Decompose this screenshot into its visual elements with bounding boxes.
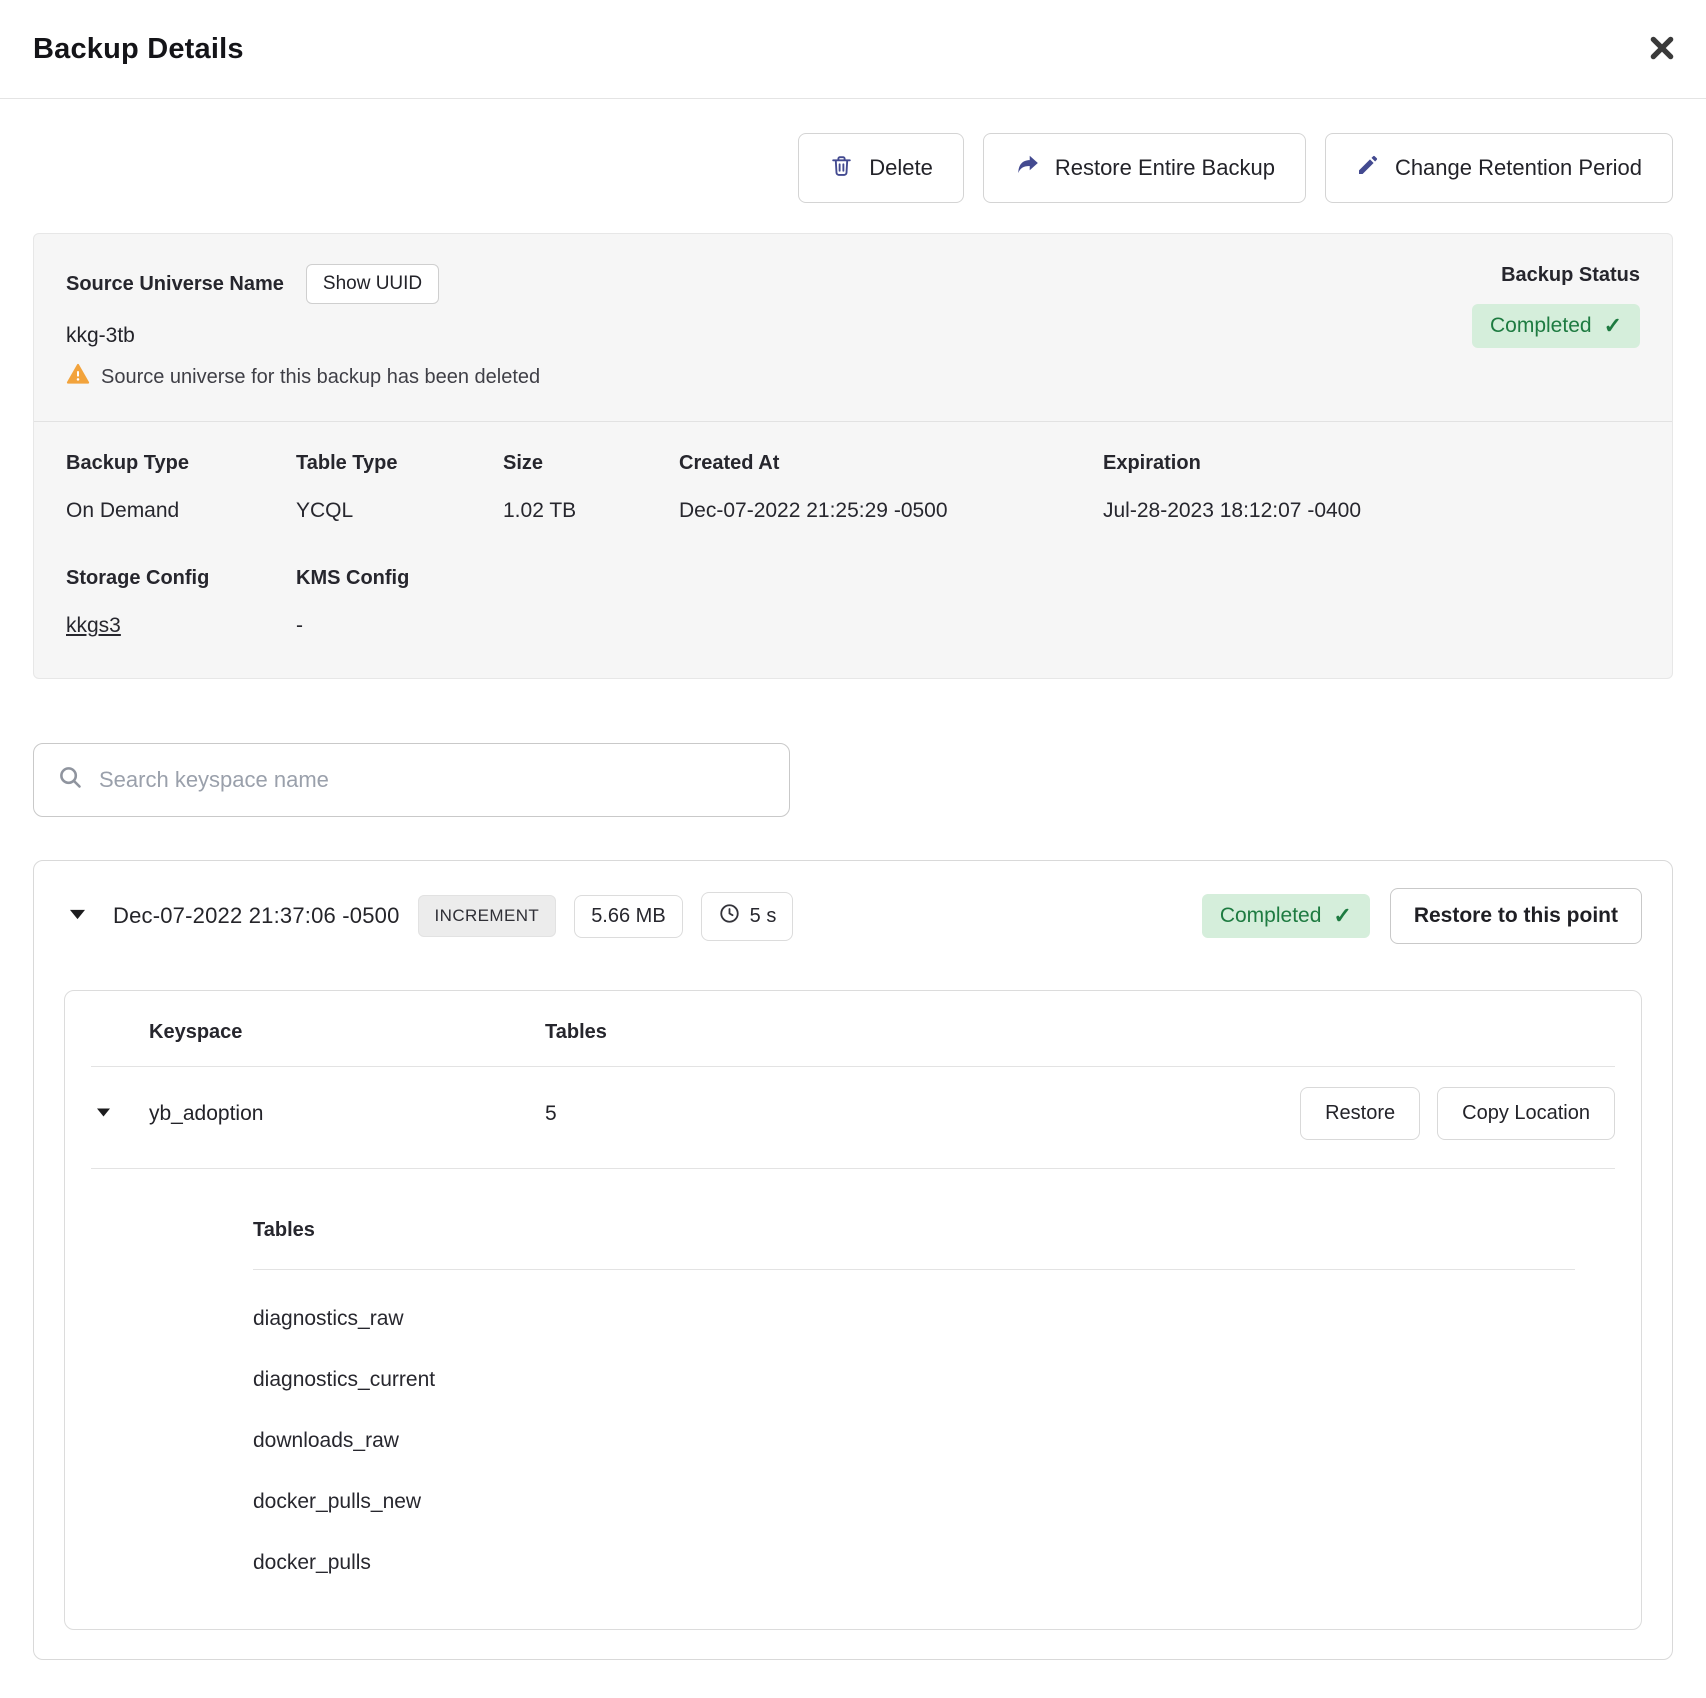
increment-collapse-caret[interactable] (64, 903, 91, 929)
close-button[interactable] (1640, 27, 1684, 71)
storage-config-link[interactable]: kkgs3 (66, 614, 121, 637)
nested-tables-section: Tables diagnostics_raw diagnostics_curre… (91, 1169, 1615, 1575)
increment-header-row: Dec-07-2022 21:37:06 -0500 INCREMENT 5.6… (34, 861, 1672, 970)
universe-name: kkg-3tb (66, 324, 1472, 348)
increment-type-badge: INCREMENT (418, 895, 557, 937)
close-icon (1647, 33, 1677, 66)
delete-button-label: Delete (869, 155, 933, 181)
field-created-at: Created At Dec-07-2022 21:25:29 -0500 (679, 452, 1103, 523)
field-expiration: Expiration Jul-28-2023 18:12:07 -0400 (1103, 452, 1640, 523)
keyspace-table-card: Keyspace Tables yb_adoption 5 Restore Co… (64, 990, 1642, 1630)
check-icon: ✓ (1333, 903, 1351, 929)
restore-arrow-icon (1014, 152, 1040, 184)
modal-header: Backup Details (0, 0, 1706, 99)
keyspace-name: yb_adoption (149, 1102, 545, 1126)
universe-deleted-warning: Source universe for this backup has been… (101, 366, 540, 389)
caret-down-icon (68, 907, 87, 925)
keyspace-search (33, 743, 790, 817)
keyspace-table-header: Keyspace Tables (91, 991, 1615, 1066)
increment-duration-text: 5 s (750, 905, 777, 928)
table-list-item: downloads_raw (253, 1429, 1575, 1453)
field-size: Size 1.02 TB (503, 452, 679, 523)
change-retention-period-label: Change Retention Period (1395, 155, 1642, 181)
page-title: Backup Details (33, 33, 244, 66)
table-list-item: diagnostics_raw (253, 1307, 1575, 1331)
keyspace-tables-count: 5 (545, 1102, 1300, 1126)
keyspace-restore-button[interactable]: Restore (1300, 1087, 1420, 1140)
trash-icon (829, 153, 854, 184)
field-storage-config: Storage Config kkgs3 (66, 567, 296, 638)
table-list-item: diagnostics_current (253, 1368, 1575, 1392)
field-backup-type: Backup Type On Demand (66, 452, 296, 523)
table-list-item: docker_pulls (253, 1551, 1575, 1575)
clock-icon (718, 902, 741, 931)
backup-status-label: Backup Status (1501, 264, 1640, 287)
increment-backup-card: Dec-07-2022 21:37:06 -0500 INCREMENT 5.6… (33, 860, 1673, 1660)
warning-icon (66, 363, 90, 391)
tables-column-header: Tables (545, 1021, 1615, 1044)
keyspace-collapse-caret[interactable] (91, 1102, 116, 1126)
nested-tables-divider (253, 1269, 1575, 1270)
search-input[interactable] (99, 767, 766, 793)
restore-entire-backup-label: Restore Entire Backup (1055, 155, 1275, 181)
action-buttons-row: Delete Restore Entire Backup Change Rete… (33, 133, 1673, 203)
pencil-icon (1356, 153, 1380, 183)
increment-status-text: Completed (1220, 904, 1322, 928)
restore-to-this-point-button[interactable]: Restore to this point (1390, 888, 1642, 944)
field-kms-config: KMS Config - (296, 567, 503, 638)
show-uuid-button[interactable]: Show UUID (306, 264, 439, 304)
backup-summary-panel: Source Universe Name Show UUID kkg-3tb S… (33, 233, 1673, 679)
table-list-item: docker_pulls_new (253, 1490, 1575, 1514)
increment-duration-badge: 5 s (701, 892, 794, 941)
search-icon (57, 764, 84, 796)
source-universe-label: Source Universe Name (66, 273, 284, 296)
change-retention-period-button[interactable]: Change Retention Period (1325, 133, 1673, 203)
status-badge-text: Completed (1490, 314, 1592, 338)
keyspace-row-yb-adoption: yb_adoption 5 Restore Copy Location (91, 1067, 1615, 1168)
increment-size-badge: 5.66 MB (574, 895, 682, 938)
increment-timestamp: Dec-07-2022 21:37:06 -0500 (113, 903, 400, 929)
nested-tables-header: Tables (253, 1219, 315, 1241)
restore-entire-backup-button[interactable]: Restore Entire Backup (983, 133, 1306, 203)
keyspace-column-header: Keyspace (149, 1021, 545, 1044)
copy-location-button[interactable]: Copy Location (1437, 1087, 1615, 1140)
status-badge: Completed ✓ (1472, 304, 1640, 348)
increment-status-badge: Completed ✓ (1202, 894, 1370, 938)
field-table-type: Table Type YCQL (296, 452, 503, 523)
caret-down-icon (95, 1106, 112, 1122)
check-icon: ✓ (1604, 313, 1622, 339)
delete-button[interactable]: Delete (798, 133, 964, 203)
